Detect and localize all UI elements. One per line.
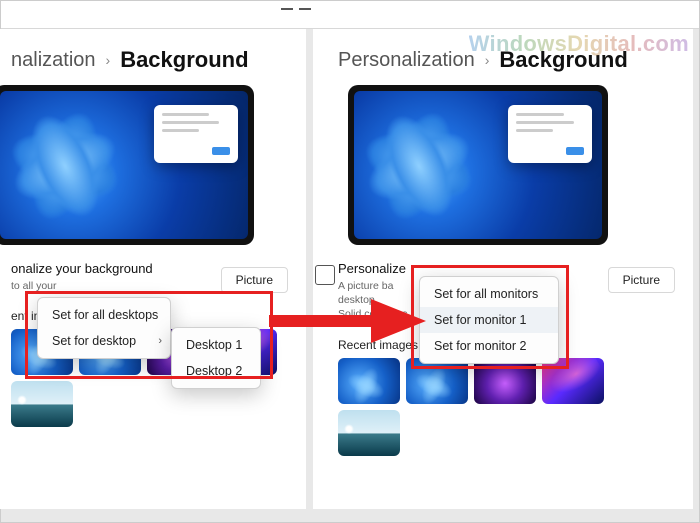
section-desc: to all your — [11, 279, 211, 293]
picture-icon — [315, 265, 335, 285]
background-type-dropdown[interactable]: Picture — [221, 267, 288, 293]
breadcrumb-parent[interactable]: Personalization — [338, 49, 475, 72]
window-titlebar — [1, 1, 699, 29]
menu-item-set-all-monitors[interactable]: Set for all monitors — [420, 281, 558, 307]
settings-panel-left: nalization › Background onalize your bac… — [0, 29, 306, 509]
recent-images-row — [0, 381, 306, 427]
breadcrumb-parent[interactable]: nalization — [11, 49, 96, 72]
recent-images-row — [313, 358, 693, 404]
wallpaper-thumb[interactable] — [542, 358, 604, 404]
submenu-item-desktop-2[interactable]: Desktop 2 — [172, 358, 260, 384]
menu-item-set-all-desktops[interactable]: Set for all desktops — [38, 302, 170, 328]
wallpaper-thumb[interactable] — [338, 358, 400, 404]
desktop-preview — [348, 85, 608, 245]
context-submenu-desktops[interactable]: Desktop 1 Desktop 2 — [171, 327, 261, 389]
wallpaper-thumb[interactable] — [11, 381, 73, 427]
wallpaper-bloom-icon — [0, 91, 173, 239]
breadcrumb: nalization › Background — [0, 29, 306, 85]
annotation-arrow-icon — [261, 291, 431, 351]
menu-item-label: Set for desktop — [52, 334, 136, 348]
wallpaper-thumb[interactable] — [338, 410, 400, 456]
context-menu-desktops[interactable]: Set for all desktops Set for desktop › — [37, 297, 171, 359]
chevron-right-icon: › — [106, 52, 111, 68]
wallpaper-thumb[interactable] — [474, 358, 536, 404]
recent-images-row — [313, 410, 693, 456]
preview-widget — [154, 105, 238, 163]
breadcrumb-current: Background — [120, 47, 248, 73]
context-menu-monitors[interactable]: Set for all monitors Set for monitor 1 S… — [419, 276, 559, 364]
desktop-preview — [0, 85, 254, 245]
wallpaper-bloom-icon — [354, 91, 528, 239]
menu-item-set-for-desktop[interactable]: Set for desktop › — [38, 328, 170, 354]
chevron-right-icon: › — [158, 335, 162, 347]
menu-item-set-monitor-2[interactable]: Set for monitor 2 — [420, 333, 558, 359]
menu-item-set-monitor-1[interactable]: Set for monitor 1 — [420, 307, 558, 333]
submenu-item-desktop-1[interactable]: Desktop 1 — [172, 332, 260, 358]
watermark-text: WindowsDigital.com — [469, 31, 689, 57]
settings-panel-right: Personalization › Background Personalize… — [313, 29, 693, 509]
wallpaper-thumb[interactable] — [406, 358, 468, 404]
preview-widget — [508, 105, 592, 163]
background-type-dropdown[interactable]: Picture — [608, 267, 675, 293]
